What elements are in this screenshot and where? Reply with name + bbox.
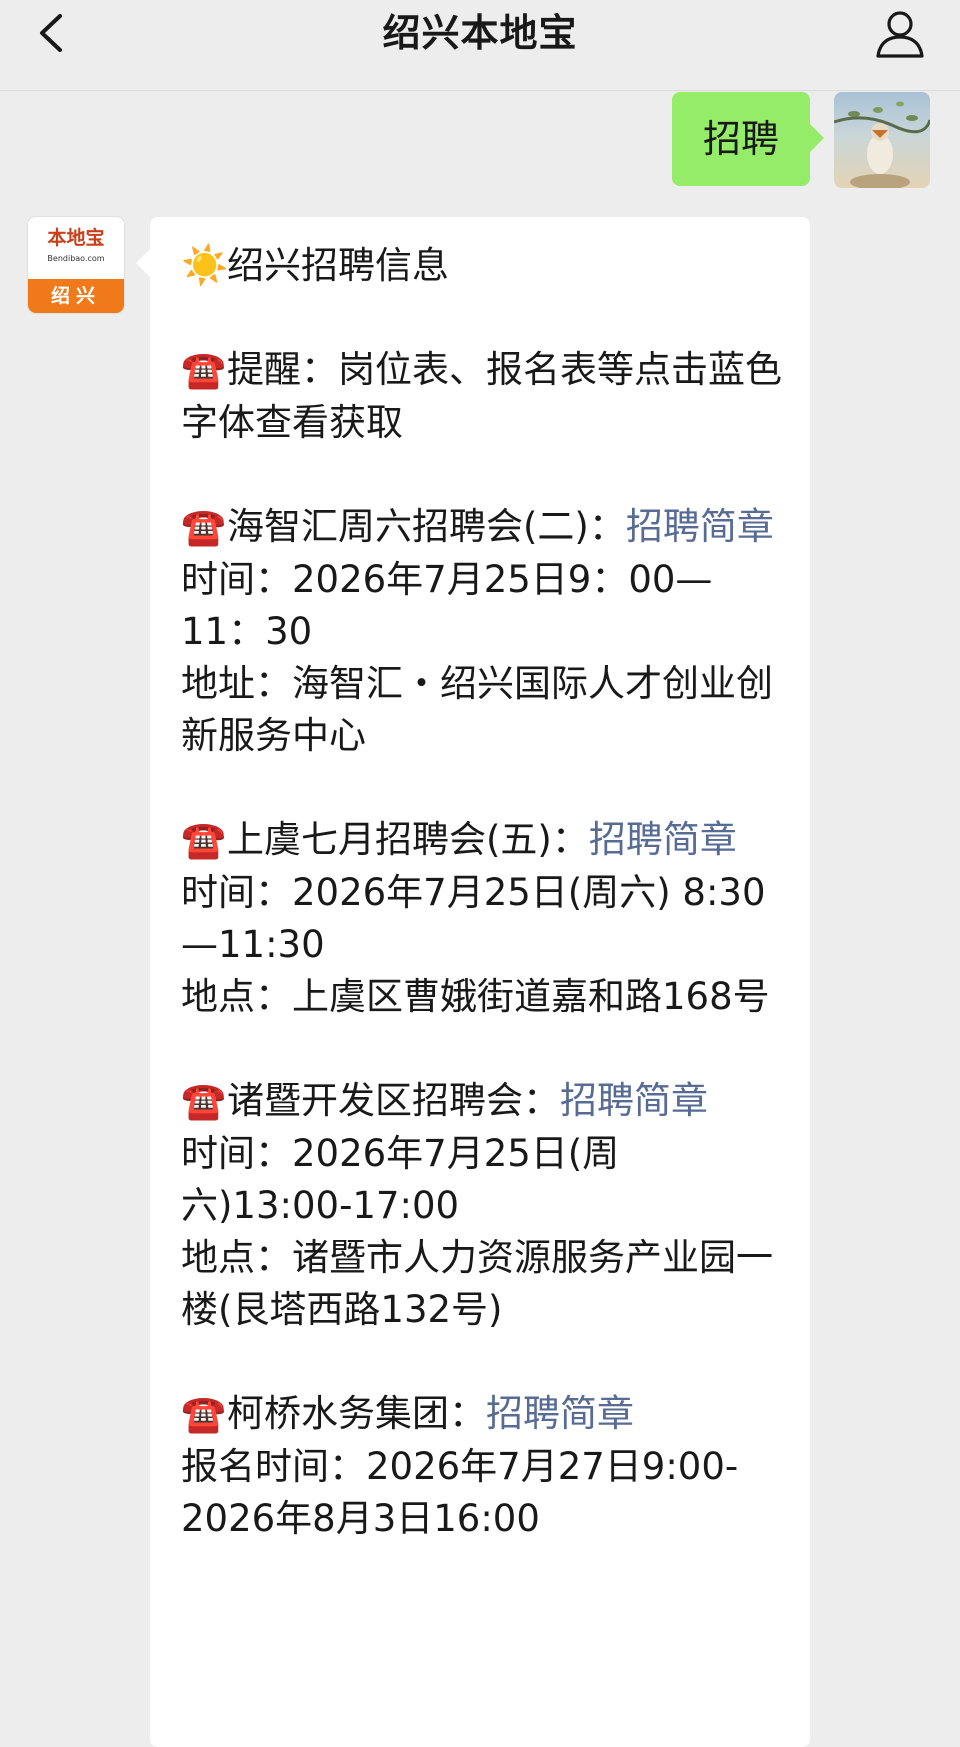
- sent-message-text: 招聘: [702, 117, 779, 161]
- fair-title-line: ☎️海智汇周六招聘会(二)：招聘简章: [181, 501, 782, 554]
- sent-message-bubble[interactable]: 招聘: [672, 92, 824, 186]
- fair-brochure-link[interactable]: 招聘简章: [626, 505, 774, 548]
- reply-heading-text: 绍兴招聘信息: [227, 244, 449, 287]
- fair-brochure-link[interactable]: 招聘简章: [589, 818, 737, 861]
- fair-registration-time: 报名时间：2026年7月27日9:00-2026年8月3日16:00: [181, 1445, 739, 1540]
- fair-title-line: ☎️诸暨开发区招聘会：招聘简章: [181, 1075, 782, 1128]
- reply-message-bubble: ☀️绍兴招聘信息 ☎️提醒：岗位表、报名表等点击蓝色字体查看获取 ☎️海智汇周六…: [136, 217, 810, 1747]
- user-avatar-image: [834, 101, 930, 188]
- fair-address: 地点：诸暨市人力资源服务产业园一楼(艮塔西路132号): [181, 1236, 773, 1331]
- fair-time: 时间：2026年7月25日(周六)13:00-17:00: [181, 1132, 620, 1227]
- telephone-icon: ☎️: [181, 820, 226, 861]
- fair-title: 柯桥水务集团：: [227, 1392, 486, 1435]
- fair-title: 诸暨开发区招聘会：: [227, 1079, 560, 1122]
- profile-icon[interactable]: [872, 6, 928, 62]
- telephone-icon: ☎️: [181, 507, 226, 548]
- fair-brochure-link[interactable]: 招聘简章: [560, 1079, 708, 1122]
- fair-address: 地址：海智汇・绍兴国际人才创业创新服务中心: [181, 662, 773, 757]
- fair-title-line: ☎️上虞七月招聘会(五)：招聘简章: [181, 814, 782, 867]
- chat-header: 绍兴本地宝: [0, 0, 960, 91]
- reminder-text: 提醒：岗位表、报名表等点击蓝色字体查看获取: [181, 348, 782, 444]
- sun-icon: ☀️: [181, 243, 229, 287]
- telephone-icon: ☎️: [181, 1394, 226, 1435]
- reply-heading: ☀️绍兴招聘信息: [181, 239, 782, 292]
- fair-brochure-link[interactable]: 招聘简章: [486, 1392, 634, 1435]
- fair-title-line: ☎️柯桥水务集团：招聘简章: [181, 1388, 782, 1441]
- reminder-line: ☎️提醒：岗位表、报名表等点击蓝色字体查看获取: [181, 344, 782, 449]
- fair-time: 时间：2026年7月25日9：00—11：30: [181, 558, 713, 653]
- avatar-brand-text: 本地宝: [47, 227, 105, 249]
- avatar-logo: 本地宝 Bendibao.com: [28, 217, 124, 279]
- fair-title: 上虞七月招聘会(五)：: [227, 818, 589, 861]
- telephone-icon: ☎️: [181, 350, 226, 391]
- chat-title: 绍兴本地宝: [382, 11, 578, 55]
- avatar-city-text: 绍兴: [28, 279, 124, 313]
- fair-address: 地点：上虞区曹娥街道嘉和路168号: [181, 975, 770, 1018]
- user-avatar[interactable]: [834, 92, 930, 188]
- fair-title: 海智汇周六招聘会(二)：: [227, 505, 626, 548]
- official-account-avatar[interactable]: 本地宝 Bendibao.com 绍兴: [28, 217, 124, 313]
- fair-time: 时间：2026年7月25日(周六) 8:30—11:30: [181, 871, 766, 966]
- telephone-icon: ☎️: [181, 1081, 226, 1122]
- avatar-domain-text: Bendibao.com: [47, 254, 105, 263]
